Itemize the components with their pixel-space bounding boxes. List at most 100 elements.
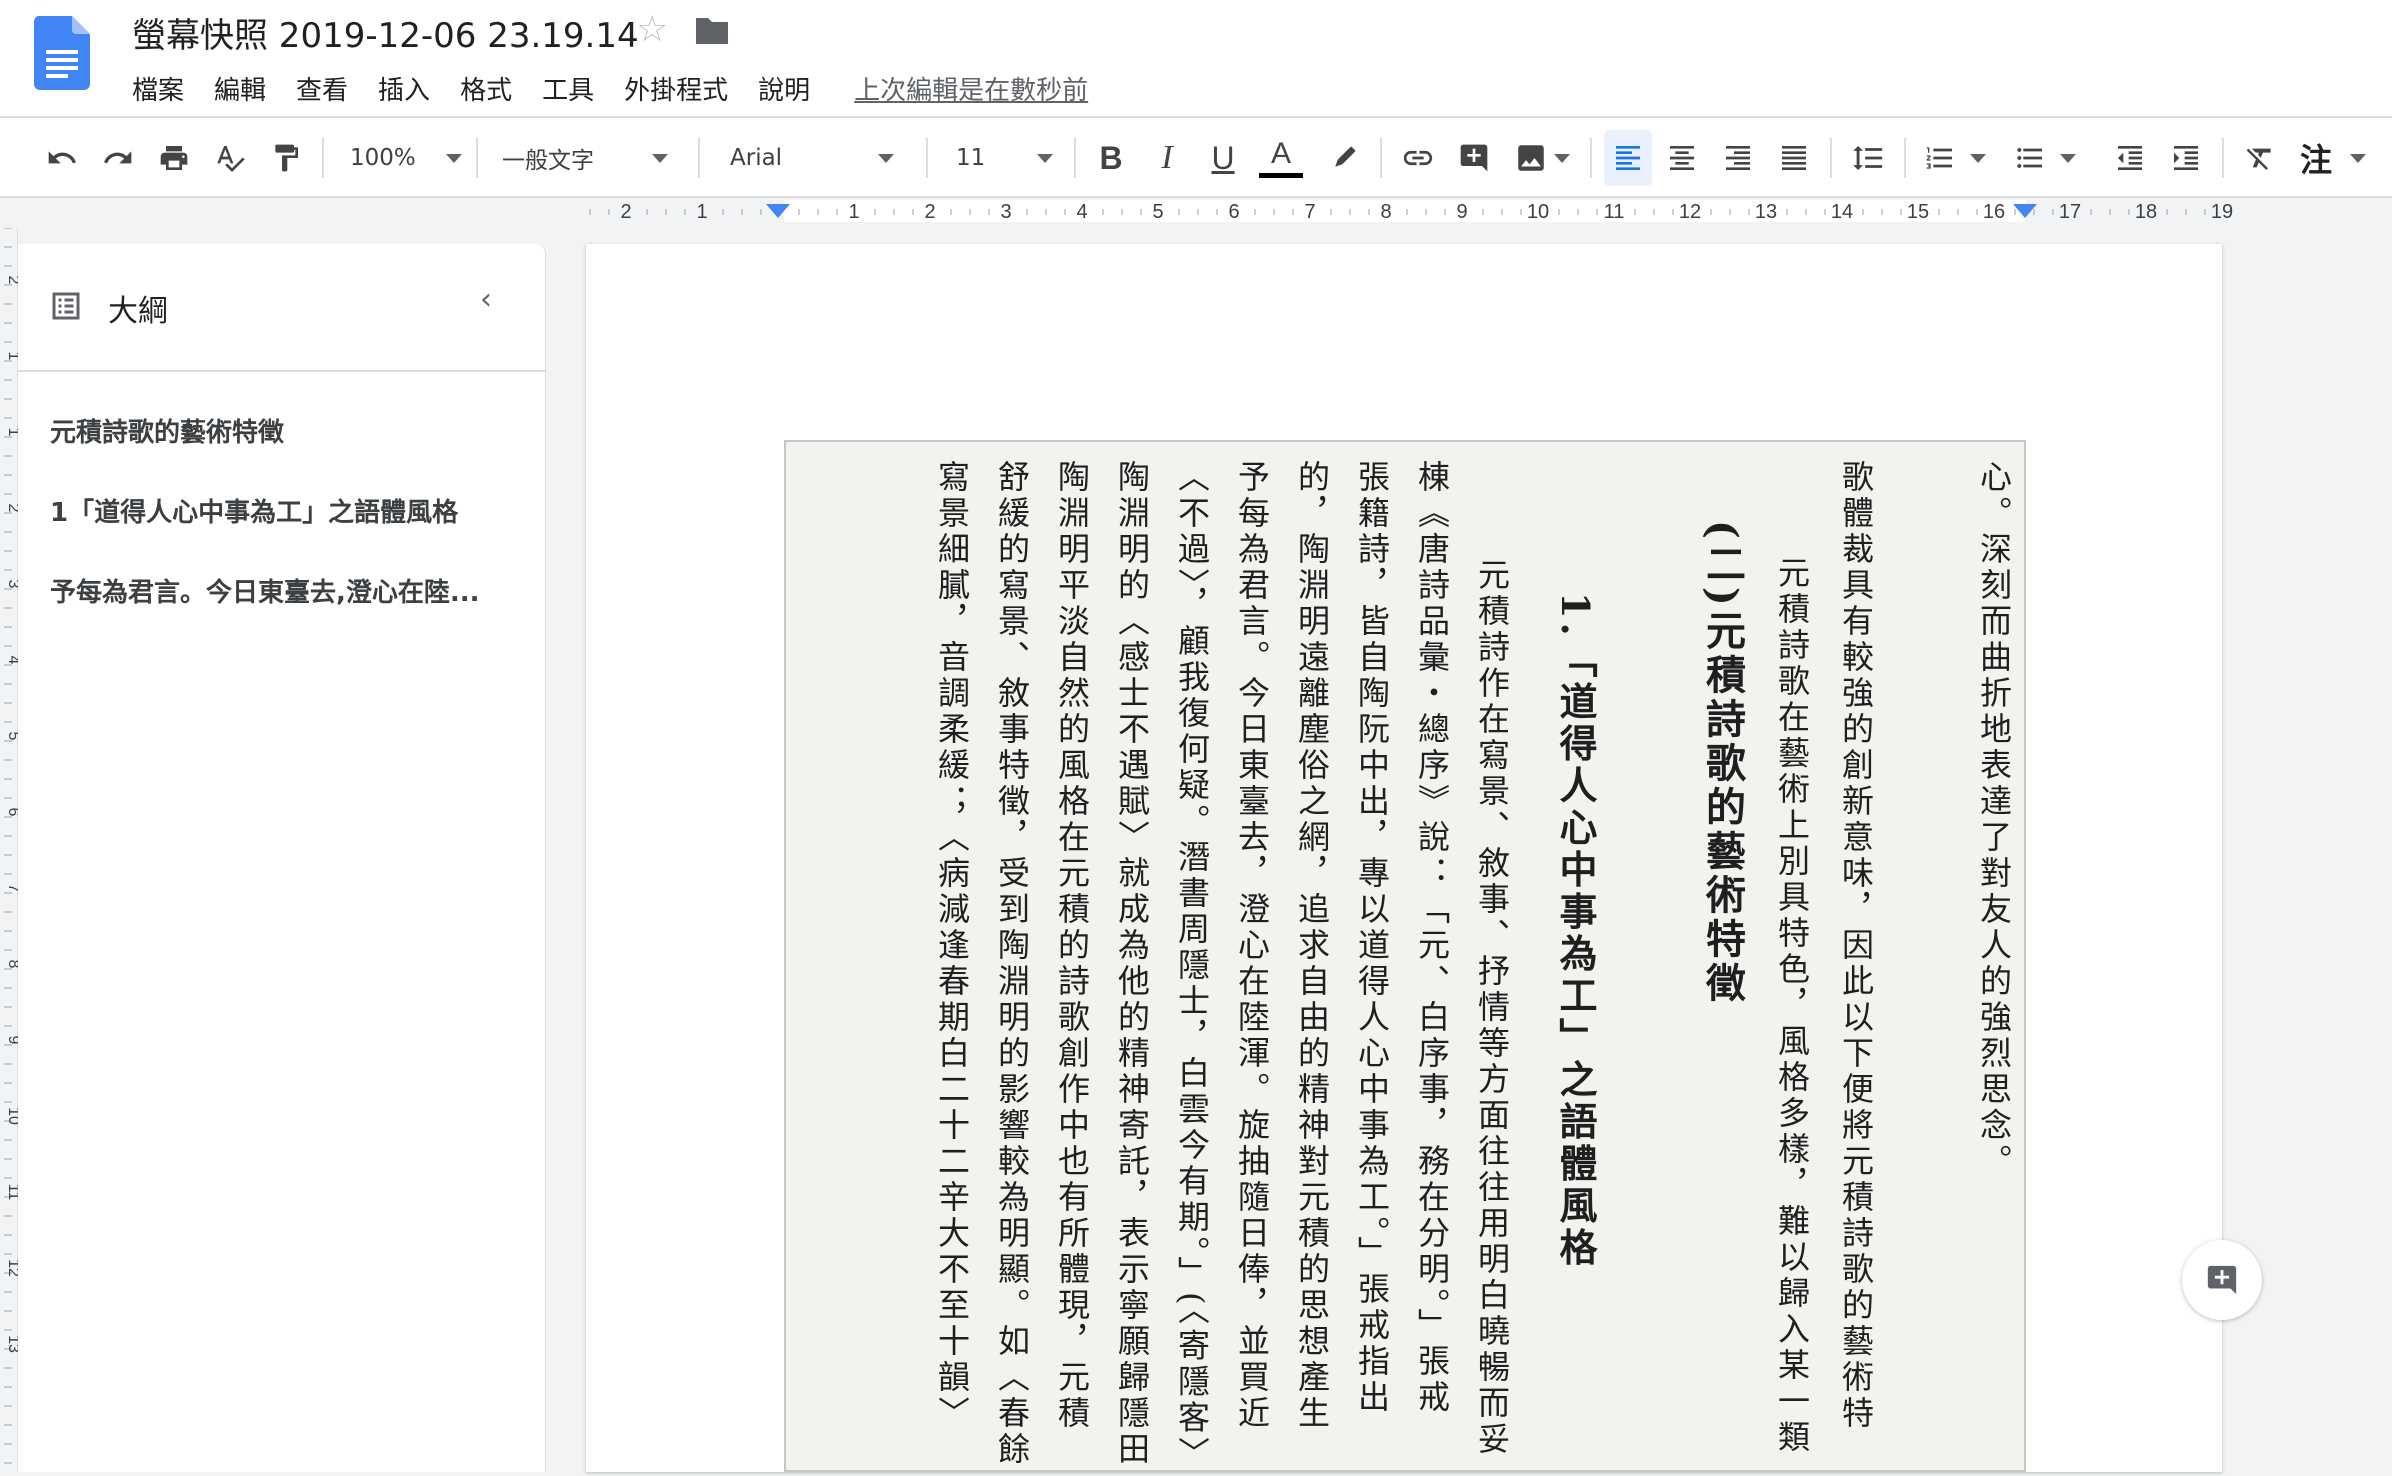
menu-tools[interactable]: 工具 xyxy=(542,70,594,107)
bulleted-list-button[interactable] xyxy=(2008,118,2082,198)
font-size-select[interactable]: 11 xyxy=(956,118,1058,198)
scan-column: 陶淵明的〈感士不遇賦〉就成為他的精神寄託，表示寧願歸隱田 xyxy=(1113,460,1151,1468)
add-comment-icon[interactable] xyxy=(1452,118,1496,198)
text-color-swatch xyxy=(1259,172,1303,178)
ruler-label: 3 xyxy=(1000,201,1011,223)
toolbar-divider xyxy=(1830,138,1832,178)
italic-button[interactable]: I xyxy=(1146,118,1188,198)
ruler-label: 6 xyxy=(1228,201,1239,223)
line-spacing-icon[interactable] xyxy=(1846,118,1890,198)
align-right-icon[interactable] xyxy=(1716,118,1760,198)
vruler-label: 10 xyxy=(5,1107,18,1125)
docs-logo-icon[interactable] xyxy=(33,16,90,90)
document-page[interactable]: 心。深刻而曲折地表達了對友人的強烈思念。 歌體裁具有較強的創新意味，因此以下便將… xyxy=(586,244,2222,1472)
vruler-label: 13 xyxy=(5,1335,18,1353)
chevron-down-icon xyxy=(2060,153,2076,163)
outline-item[interactable]: 予每為君言。今日東臺去,澄心在陸... xyxy=(50,572,520,609)
ruler-label: 2 xyxy=(620,201,631,223)
redo-icon[interactable] xyxy=(96,118,140,198)
paragraph-style-select[interactable]: 一般文字 xyxy=(502,118,682,198)
chevron-down-icon xyxy=(445,153,462,163)
menu-help[interactable]: 說明 xyxy=(758,70,810,107)
vruler-label: 5 xyxy=(5,732,18,741)
font-size-value: 11 xyxy=(956,145,986,171)
vruler-label: 2 xyxy=(5,504,18,513)
increase-indent-icon[interactable] xyxy=(2164,118,2208,198)
outline-panel: 大綱 ‹ 元積詩歌的藝術特徵 1「道得人心中事為工」之語體風格 予每為君言。今日… xyxy=(18,244,546,1472)
outline-item[interactable]: 元積詩歌的藝術特徵 xyxy=(50,412,520,449)
chevron-down-icon xyxy=(878,153,895,163)
ruler-label: 1 xyxy=(696,201,707,223)
add-comment-icon xyxy=(2207,1265,2237,1295)
app-header: 螢幕快照 2019-12-06 23.19.14 ☆ 檔案 編輯 查看 插入 格… xyxy=(0,0,2392,116)
vruler-label: 3 xyxy=(5,580,18,589)
scan-column: 心。深刻而曲折地表達了對友人的強烈思念。 xyxy=(1975,460,2013,1180)
ruler-label: 7 xyxy=(1304,201,1315,223)
menu-addons[interactable]: 外掛程式 xyxy=(624,70,728,107)
toolbar-divider xyxy=(926,138,928,178)
ruler-label: 12 xyxy=(1679,201,1701,223)
vruler-label: 6 xyxy=(5,808,18,817)
scan-column: 元積詩作在寫景、敘事、抒情等方面往往用明白曉暢而妥 xyxy=(1473,522,1511,1458)
vruler-label: 8 xyxy=(5,960,18,969)
scan-column: 張籍詩，皆自陶阮中出，專以道得人心中事為工。」張戒指出 xyxy=(1353,460,1391,1416)
ruler-label: 9 xyxy=(1456,201,1467,223)
ruler-label: 15 xyxy=(1907,201,1929,223)
clear-formatting-icon[interactable] xyxy=(2238,118,2282,198)
vruler-label: 2 xyxy=(5,276,18,285)
highlight-icon[interactable] xyxy=(1322,118,1366,198)
add-comment-button[interactable] xyxy=(2182,1240,2262,1320)
scan-column: 的，陶淵明遠離塵俗之網，追求自由的精神對元積的思想產生 xyxy=(1293,460,1331,1432)
link-icon[interactable] xyxy=(1396,118,1440,198)
toolbar-divider xyxy=(476,138,478,178)
toolbar-divider xyxy=(698,138,700,178)
zoom-value: 100% xyxy=(350,145,416,171)
last-edit-link[interactable]: 上次編輯是在數秒前 xyxy=(854,70,1088,107)
chevron-left-icon[interactable]: ‹ xyxy=(480,282,492,317)
align-center-icon[interactable] xyxy=(1660,118,1704,198)
bold-icon: B xyxy=(1099,139,1123,176)
bold-button[interactable]: B xyxy=(1090,118,1132,198)
ruler-label: 5 xyxy=(1152,201,1163,223)
input-tools-label: 注 xyxy=(2300,141,2333,179)
folder-icon[interactable] xyxy=(694,16,730,46)
toolbar-divider xyxy=(1904,138,1906,178)
scan-column: 寫景細膩，音調柔緩；〈病減逢春期白二十二辛大不至十韻〉 xyxy=(933,460,971,1432)
vertical-ruler[interactable]: 2112345678910111213 xyxy=(0,227,22,1472)
star-icon[interactable]: ☆ xyxy=(636,10,668,50)
horizontal-ruler[interactable]: 2 1 1 2 3 4 5 6 7 8 9 10 11 12 13 14 15 16 17 18 19 xyxy=(0,198,2392,224)
document-title[interactable]: 螢幕快照 2019-12-06 23.19.14 xyxy=(132,8,639,57)
input-tools-button[interactable]: 注 xyxy=(2300,118,2388,198)
ruler-label: 8 xyxy=(1380,201,1391,223)
vruler-label: 11 xyxy=(5,1184,18,1201)
outline-item[interactable]: 1「道得人心中事為工」之語體風格 xyxy=(50,492,520,529)
paint-format-icon[interactable] xyxy=(264,118,308,198)
menu-edit[interactable]: 編輯 xyxy=(214,70,266,107)
numbered-list-button[interactable] xyxy=(1918,118,1992,198)
scan-column: 棟《唐詩品彙・總序》說：「元、白序事，務在分明。」張戒 xyxy=(1413,460,1451,1416)
text-color-button[interactable]: A xyxy=(1258,118,1304,198)
decrease-indent-icon[interactable] xyxy=(2108,118,2152,198)
scanned-page-image[interactable]: 心。深刻而曲折地表達了對友人的強烈思念。 歌體裁具有較強的創新意味，因此以下便將… xyxy=(784,440,2026,1472)
toolbar-divider xyxy=(2222,138,2224,178)
ruler-label: 19 xyxy=(2211,201,2233,223)
menu-insert[interactable]: 插入 xyxy=(378,70,430,107)
align-justify-icon[interactable] xyxy=(1772,118,1816,198)
menu-view[interactable]: 查看 xyxy=(296,70,348,107)
underline-button[interactable]: U xyxy=(1202,118,1244,198)
ruler-label: 11 xyxy=(1604,201,1625,223)
toolbar: 100% 一般文字 Arial 11 B I U A 注 xyxy=(0,116,2392,198)
insert-image-button[interactable] xyxy=(1506,118,1578,198)
font-select[interactable]: Arial xyxy=(730,118,910,198)
scan-column: 〈不過〉，顧我復何疑。潛書周隱士，白雲今有期。」(〈寄隱客〉 xyxy=(1173,460,1211,1472)
menu-format[interactable]: 格式 xyxy=(460,70,512,107)
spellcheck-icon[interactable] xyxy=(208,118,252,198)
undo-icon[interactable] xyxy=(40,118,84,198)
align-left-icon[interactable] xyxy=(1604,130,1652,186)
italic-icon: I xyxy=(1161,139,1173,176)
print-icon[interactable] xyxy=(152,118,196,198)
menu-file[interactable]: 檔案 xyxy=(132,70,184,107)
ruler-label: 2 xyxy=(924,201,935,223)
zoom-select[interactable]: 100% xyxy=(350,118,462,198)
scan-column: 元積詩歌在藝術上別具特色，風格多樣，難以歸入某一類 xyxy=(1773,520,1811,1456)
